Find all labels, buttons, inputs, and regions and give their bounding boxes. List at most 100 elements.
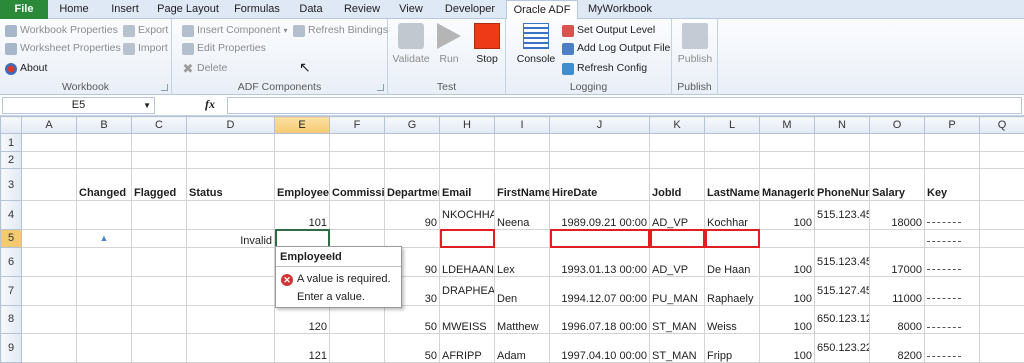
cell-key[interactable] (924, 333, 980, 363)
cell-last-name[interactable]: Raphaely (704, 275, 760, 306)
tab-developer[interactable]: Developer (436, 0, 504, 19)
cell-last-name-error[interactable] (704, 228, 760, 249)
cell-email[interactable]: DRAPHEAL (439, 275, 495, 306)
cell-key[interactable] (924, 200, 980, 230)
cell-job-id[interactable]: ST_MAN (649, 333, 705, 363)
header-commission-pct[interactable]: CommissionPct (329, 168, 385, 202)
cell-commission-pct[interactable] (329, 333, 385, 363)
cell-hire-date[interactable]: 1993.01.13 00:00 (549, 247, 650, 277)
column-header[interactable]: P (924, 115, 980, 135)
column-header[interactable]: C (131, 115, 187, 135)
refresh-config-button[interactable]: Refresh Config (562, 60, 647, 77)
row-header[interactable]: 3 (0, 168, 22, 202)
dialog-launcher-icon[interactable] (161, 84, 168, 91)
cell-job-id-error[interactable] (649, 228, 705, 249)
column-header[interactable]: O (869, 115, 925, 135)
tab-insert[interactable]: Insert (100, 0, 150, 19)
stop-button[interactable]: Stop (468, 23, 506, 65)
cell-phone[interactable]: 650.123.1234 (814, 304, 870, 335)
cell-phone[interactable]: 650.123.2234 (814, 333, 870, 363)
row-header[interactable]: 5 (0, 228, 22, 249)
row-header[interactable]: 7 (0, 275, 22, 306)
header-salary[interactable]: Salary (869, 168, 925, 202)
insert-function-icon[interactable]: fx (205, 97, 215, 112)
console-button[interactable]: Console (514, 23, 558, 65)
edit-properties-button[interactable]: Edit Properties (182, 40, 266, 57)
tab-data[interactable]: Data (290, 0, 332, 19)
cell-job-id[interactable]: PU_MAN (649, 275, 705, 306)
column-header[interactable]: D (186, 115, 275, 135)
cell-phone[interactable] (814, 228, 870, 249)
active-cell-employee-id[interactable] (274, 228, 330, 249)
tab-view[interactable]: View (390, 0, 432, 19)
header-first-name[interactable]: FirstName (494, 168, 550, 202)
tab-review[interactable]: Review (336, 0, 388, 19)
cell-employee-id[interactable]: 120 (274, 304, 330, 335)
cell-commission-pct[interactable] (329, 304, 385, 335)
cell-first-name[interactable] (494, 228, 550, 249)
column-header[interactable]: L (704, 115, 760, 135)
column-header[interactable]: B (76, 115, 132, 135)
header-flagged[interactable]: Flagged (131, 168, 187, 202)
cell-key[interactable] (924, 275, 980, 306)
cell-department-id[interactable]: 50 (384, 304, 440, 335)
tab-formulas[interactable]: Formulas (228, 0, 286, 19)
set-output-level-button[interactable]: Set Output Level (562, 22, 655, 39)
cell-key[interactable] (924, 228, 980, 249)
cell-hire-date[interactable]: 1997.04.10 00:00 (549, 333, 650, 363)
cell-hire-date-error[interactable] (549, 228, 650, 249)
cell-employee-id[interactable]: 121 (274, 333, 330, 363)
cell-manager-id[interactable]: 100 (759, 275, 815, 306)
chevron-down-icon[interactable]: ▼ (143, 98, 151, 113)
cell-salary[interactable]: 8200 (869, 333, 925, 363)
cell-manager-id[interactable]: 100 (759, 200, 815, 230)
header-hire-date[interactable]: HireDate (549, 168, 650, 202)
validate-button[interactable]: Validate (392, 23, 430, 65)
row-header[interactable]: 9 (0, 333, 22, 363)
column-header[interactable]: N (814, 115, 870, 135)
cell-email[interactable]: NKOCHHAR (439, 200, 495, 230)
header-changed[interactable]: Changed (76, 168, 132, 202)
header-phone-number[interactable]: PhoneNumber (814, 168, 870, 202)
row-header[interactable]: 4 (0, 200, 22, 230)
column-header[interactable]: H (439, 115, 495, 135)
cell-manager-id[interactable] (759, 228, 815, 249)
cell-manager-id[interactable]: 100 (759, 333, 815, 363)
tab-page-layout[interactable]: Page Layout (152, 0, 224, 19)
cell-status[interactable]: Invalid (186, 228, 275, 249)
cell-email-error[interactable] (439, 228, 495, 249)
cell-key[interactable] (924, 304, 980, 335)
run-button[interactable]: Run (430, 23, 468, 65)
name-box[interactable]: E5 ▼ (2, 97, 155, 114)
row-header[interactable]: 6 (0, 247, 22, 277)
tab-myworkbook[interactable]: MyWorkbook (582, 0, 658, 19)
cell-phone[interactable]: 515.123.4569 (814, 247, 870, 277)
cell-job-id[interactable]: AD_VP (649, 200, 705, 230)
column-header[interactable]: I (494, 115, 550, 135)
delete-button[interactable]: ✖ Delete (182, 60, 228, 77)
cell-job-id[interactable]: AD_VP (649, 247, 705, 277)
worksheet-properties-button[interactable]: Worksheet Properties (5, 40, 121, 57)
about-button[interactable]: About (5, 60, 47, 77)
cell-hire-date[interactable]: 1989.09.21 00:00 (549, 200, 650, 230)
cell-salary[interactable]: 11000 (869, 275, 925, 306)
cell-last-name[interactable]: Weiss (704, 304, 760, 335)
cell-first-name[interactable]: Neena (494, 200, 550, 230)
header-department-id[interactable]: DepartmentId (384, 168, 440, 202)
header-manager-id[interactable]: ManagerId (759, 168, 815, 202)
row-header[interactable]: 8 (0, 304, 22, 335)
cell-department-id[interactable]: 90 (384, 200, 440, 230)
cell-phone[interactable]: 515.127.4561 (814, 275, 870, 306)
column-header[interactable]: G (384, 115, 440, 135)
cell-manager-id[interactable]: 100 (759, 247, 815, 277)
header-job-id[interactable]: JobId (649, 168, 705, 202)
cell-key[interactable] (924, 247, 980, 277)
header-key[interactable]: Key (924, 168, 980, 202)
row-header[interactable]: 1 (0, 133, 22, 152)
column-header[interactable]: M (759, 115, 815, 135)
header-employee-id[interactable]: EmployeeId (274, 168, 330, 202)
workbook-properties-button[interactable]: Workbook Properties (5, 22, 118, 39)
insert-component-button[interactable]: Insert Component ▾ (182, 22, 287, 39)
tab-file[interactable]: File (0, 0, 48, 19)
cell-department-id[interactable]: 50 (384, 333, 440, 363)
